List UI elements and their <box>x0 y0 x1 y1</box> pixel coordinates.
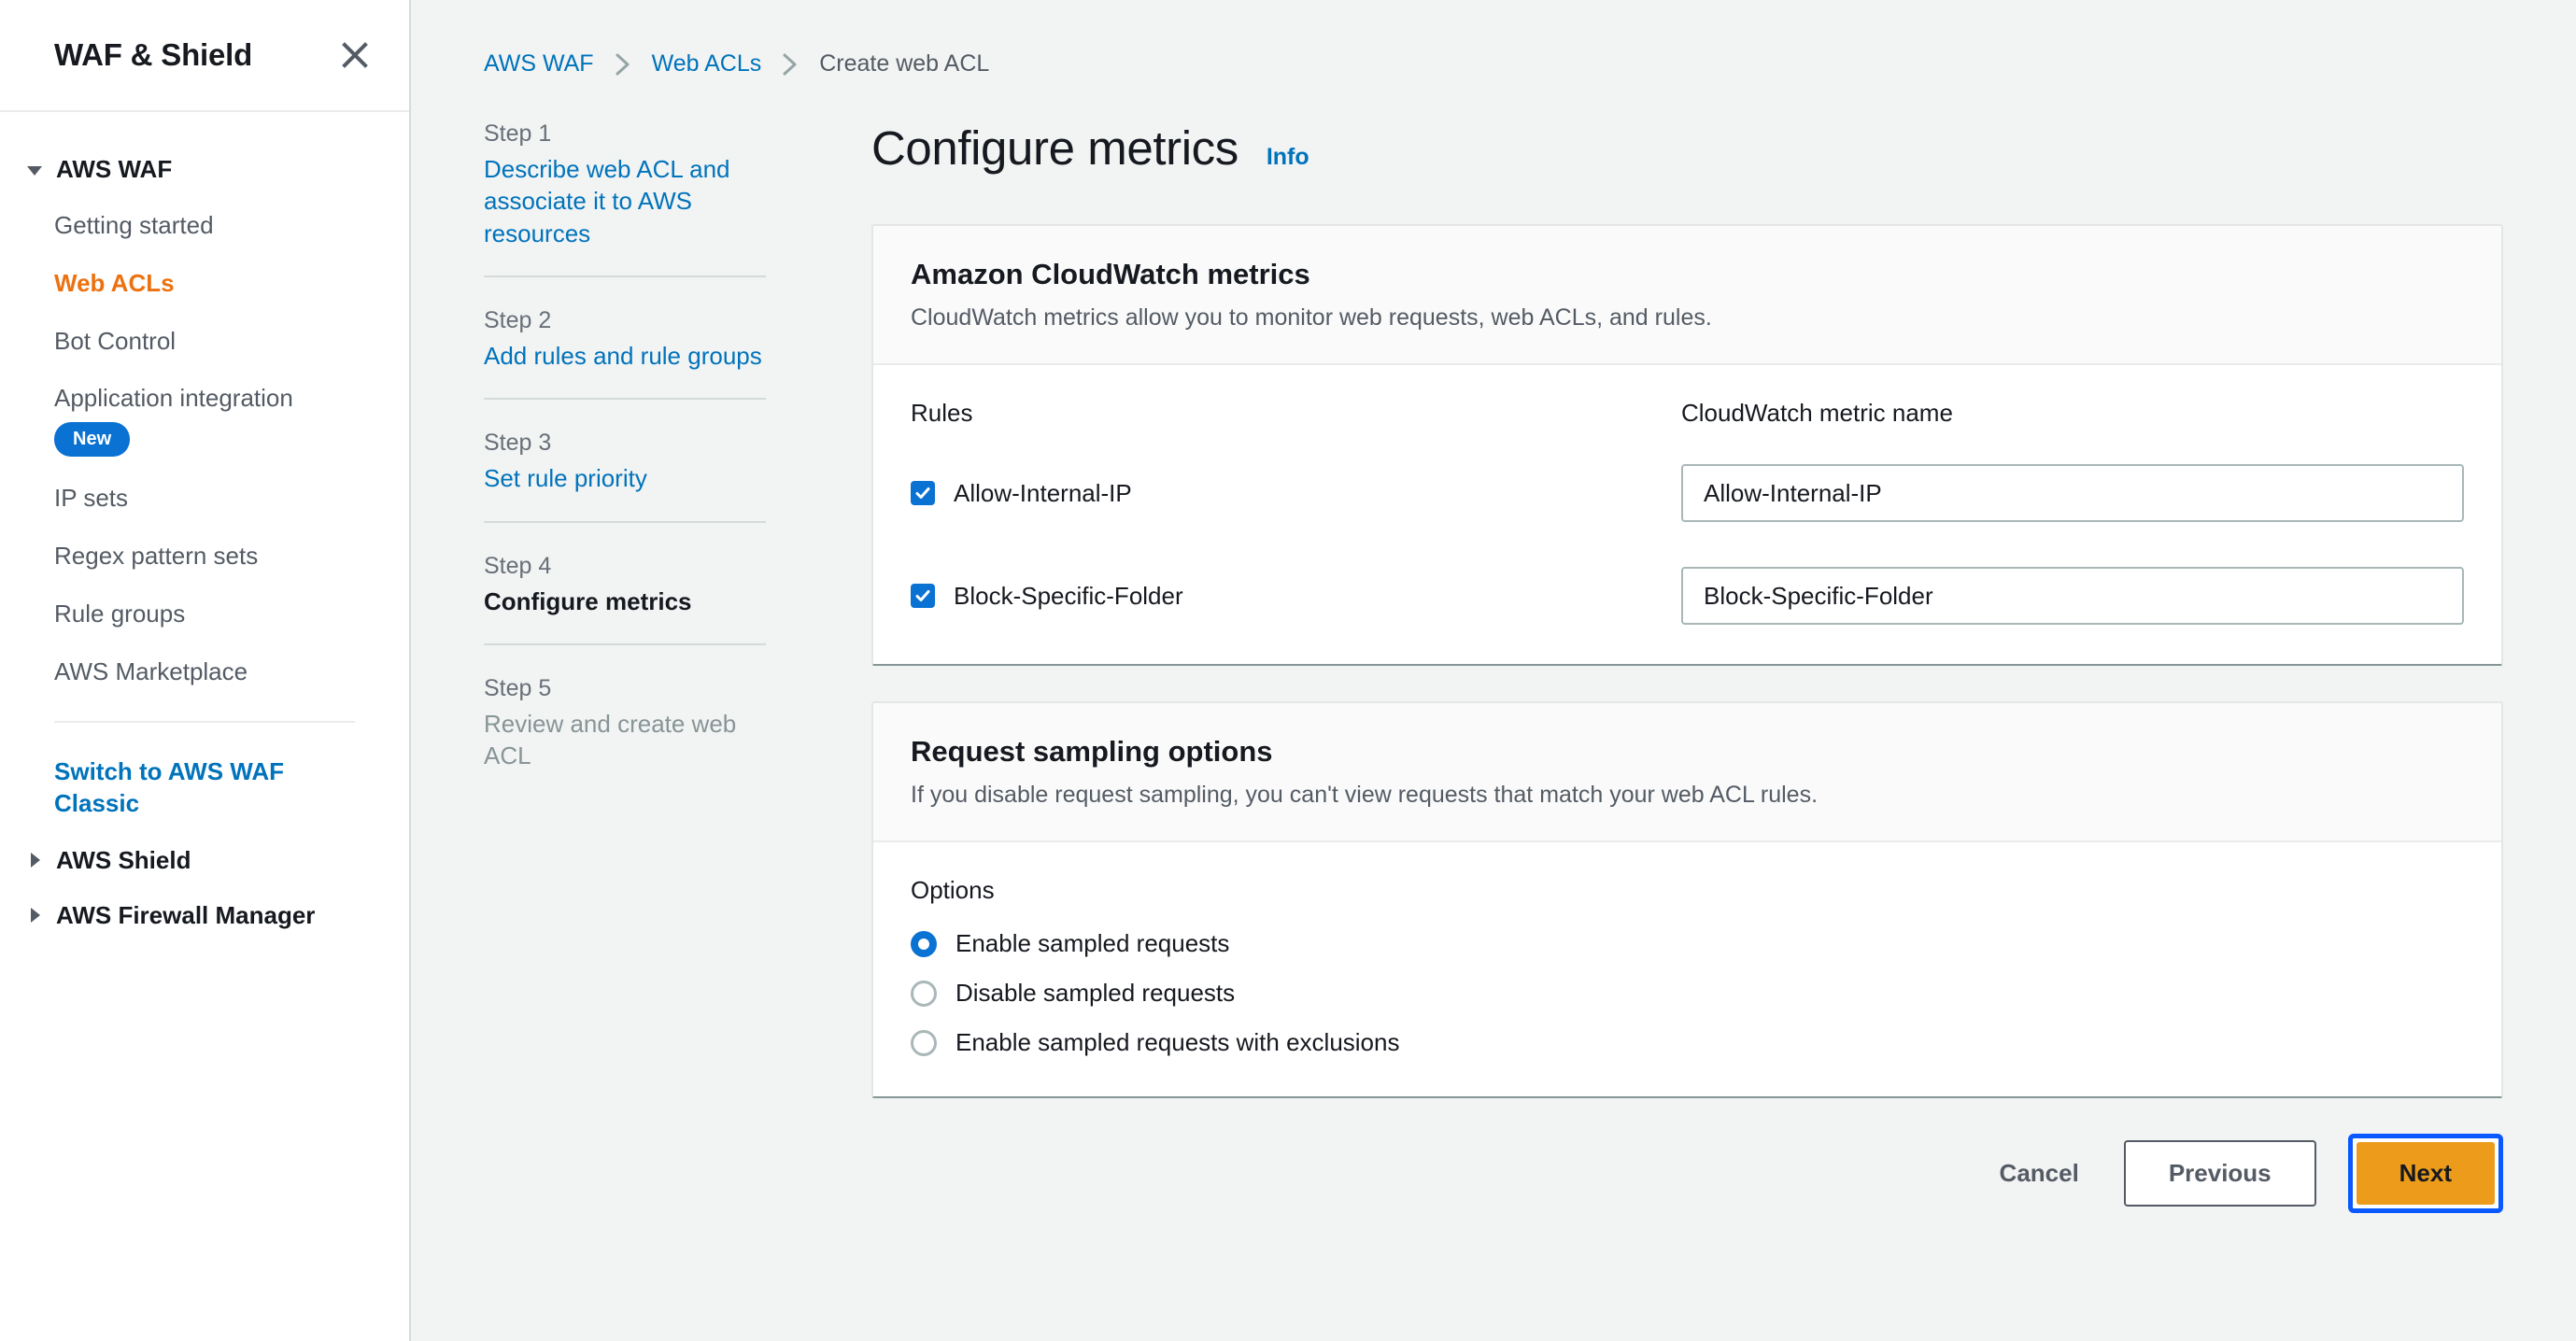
metric-name-input-block-specific-folder[interactable] <box>1681 567 2464 625</box>
card-body: Rules Allow-Internal-IP Block-Specific-F… <box>873 365 2501 664</box>
card-description: If you disable request sampling, you can… <box>911 782 1819 808</box>
chevron-right-icon <box>615 52 631 77</box>
card-description: CloudWatch metrics allow you to monitor … <box>911 304 1712 331</box>
step-label-describe-web-acl[interactable]: Describe web ACL and associate it to AWS… <box>484 153 766 249</box>
info-link[interactable]: Info <box>1267 144 1309 171</box>
breadcrumb: AWS WAF Web ACLs Create web ACL <box>411 0 2576 78</box>
step-number: Step 4 <box>484 552 552 579</box>
sidebar-group-aws-firewall-manager[interactable]: AWS Firewall Manager <box>0 888 409 943</box>
caret-right-icon <box>22 905 47 925</box>
sidebar-group-label: AWS Firewall Manager <box>56 900 316 929</box>
sidebar-nav: AWS WAF Getting started Web ACLs Bot Con… <box>0 112 409 943</box>
new-badge: New <box>54 422 131 458</box>
request-sampling-card: Request sampling options If you disable … <box>871 701 2503 1098</box>
breadcrumb-item-web-acls[interactable]: Web ACLs <box>652 50 762 78</box>
metric-field-row <box>1681 464 2464 522</box>
wizard-step-3: Step 3 Set rule priority <box>484 430 766 523</box>
card-title: Amazon CloudWatch metrics <box>911 258 1310 290</box>
step-number: Step 2 <box>484 306 552 333</box>
sidebar-item-label: Application integration <box>54 384 293 413</box>
sidebar-group-label: AWS Shield <box>56 845 191 874</box>
previous-button[interactable]: Previous <box>2123 1140 2316 1207</box>
sidebar-item-application-integration[interactable]: Application integration New <box>0 370 409 470</box>
cancel-button[interactable]: Cancel <box>1987 1142 2092 1205</box>
rules-column-header: Rules <box>911 399 973 427</box>
step-label-set-rule-priority[interactable]: Set rule priority <box>484 462 766 494</box>
wizard-steps: Step 1 Describe web ACL and associate it… <box>411 120 766 1341</box>
page-title: Configure metrics <box>871 121 1238 175</box>
options-label: Options <box>911 876 995 904</box>
checkbox-allow-internal-ip[interactable] <box>911 481 935 505</box>
card-body: Options Enable sampled requests Disable … <box>873 842 2501 1096</box>
step-number: Step 5 <box>484 674 552 701</box>
sidebar-header: WAF & Shield <box>0 0 409 112</box>
sidebar-group-aws-waf[interactable]: AWS WAF <box>0 142 409 197</box>
metric-name-column: CloudWatch metric name <box>1681 399 2464 625</box>
sidebar-item-switch-to-waf-classic[interactable]: Switch to AWS WAF Classic <box>0 743 409 833</box>
radio-icon-selected <box>911 930 937 957</box>
checkbox-block-specific-folder[interactable] <box>911 584 935 608</box>
metric-field-row <box>1681 567 2464 625</box>
rule-label: Allow-Internal-IP <box>954 478 1132 507</box>
radio-enable-sampled-requests[interactable]: Enable sampled requests <box>911 929 2464 958</box>
wizard-step-2: Step 2 Add rules and rule groups <box>484 306 766 401</box>
card-header: Request sampling options If you disable … <box>873 703 2501 842</box>
sidebar-group-label: AWS WAF <box>56 155 173 183</box>
next-button-focus-ring: Next <box>2347 1134 2503 1213</box>
caret-right-icon <box>22 850 47 870</box>
card-title: Request sampling options <box>911 735 1273 768</box>
content-column: Configure metrics Info Amazon CloudWatch… <box>766 120 2576 1341</box>
breadcrumb-item-create-web-acl: Create web ACL <box>819 50 990 77</box>
card-header: Amazon CloudWatch metrics CloudWatch met… <box>873 226 2501 365</box>
body-columns: Step 1 Describe web ACL and associate it… <box>411 78 2576 1341</box>
wizard-step-1: Step 1 Describe web ACL and associate it… <box>484 120 766 277</box>
wizard-actions: Cancel Previous Next <box>871 1134 2503 1250</box>
radio-label: Disable sampled requests <box>955 979 1236 1007</box>
sidebar-item-getting-started[interactable]: Getting started <box>0 197 409 255</box>
step-number: Step 1 <box>484 120 552 147</box>
radio-icon-unselected <box>911 1029 937 1056</box>
rules-column: Rules Allow-Internal-IP Block-Specific-F… <box>911 399 1681 625</box>
step-label-add-rules[interactable]: Add rules and rule groups <box>484 340 766 372</box>
table-row: Allow-Internal-IP <box>911 464 1681 522</box>
cloudwatch-metrics-card: Amazon CloudWatch metrics CloudWatch met… <box>871 224 2503 666</box>
sidebar-item-bot-control[interactable]: Bot Control <box>0 313 409 371</box>
wizard-step-5: Step 5 Review and create web ACL <box>484 675 766 798</box>
caret-down-icon <box>22 160 47 180</box>
radio-label: Enable sampled requests <box>955 929 1230 957</box>
chevron-right-icon <box>782 52 799 77</box>
sidebar-group-aws-shield[interactable]: AWS Shield <box>0 833 409 888</box>
sidebar-item-web-acls[interactable]: Web ACLs <box>0 255 409 313</box>
radio-icon-unselected <box>911 980 937 1007</box>
step-label-configure-metrics: Configure metrics <box>484 586 692 615</box>
step-number: Step 3 <box>484 430 552 457</box>
radio-label: Enable sampled requests with exclusions <box>955 1028 1400 1056</box>
table-row: Block-Specific-Folder <box>911 567 1681 625</box>
close-icon[interactable] <box>334 35 375 76</box>
metric-name-input-allow-internal-ip[interactable] <box>1681 464 2464 522</box>
radio-enable-sampled-requests-with-exclusions[interactable]: Enable sampled requests with exclusions <box>911 1028 2464 1057</box>
radio-disable-sampled-requests[interactable]: Disable sampled requests <box>911 979 2464 1008</box>
rule-label: Block-Specific-Folder <box>954 581 1183 610</box>
main-content: AWS WAF Web ACLs Create web ACL Step 1 D… <box>411 0 2576 1341</box>
sidebar-title: WAF & Shield <box>54 37 253 72</box>
sidebar-item-aws-marketplace[interactable]: AWS Marketplace <box>0 643 409 701</box>
page-title-row: Configure metrics Info <box>871 120 2503 176</box>
metric-name-column-header: CloudWatch metric name <box>1681 399 1953 427</box>
sidebar-item-rule-groups[interactable]: Rule groups <box>0 586 409 643</box>
breadcrumb-item-aws-waf[interactable]: AWS WAF <box>484 50 594 78</box>
step-label-review-and-create: Review and create web ACL <box>484 709 737 770</box>
sidebar: WAF & Shield AWS WAF Getting started Web… <box>0 0 411 1341</box>
wizard-step-4: Step 4 Configure metrics <box>484 553 766 645</box>
next-button[interactable]: Next <box>2356 1142 2495 1205</box>
metrics-grid: Rules Allow-Internal-IP Block-Specific-F… <box>911 399 2464 625</box>
aws-waf-console: WAF & Shield AWS WAF Getting started Web… <box>0 0 2576 1341</box>
sidebar-item-regex-pattern-sets[interactable]: Regex pattern sets <box>0 528 409 586</box>
sidebar-item-ip-sets[interactable]: IP sets <box>0 470 409 528</box>
sidebar-divider <box>54 721 355 724</box>
